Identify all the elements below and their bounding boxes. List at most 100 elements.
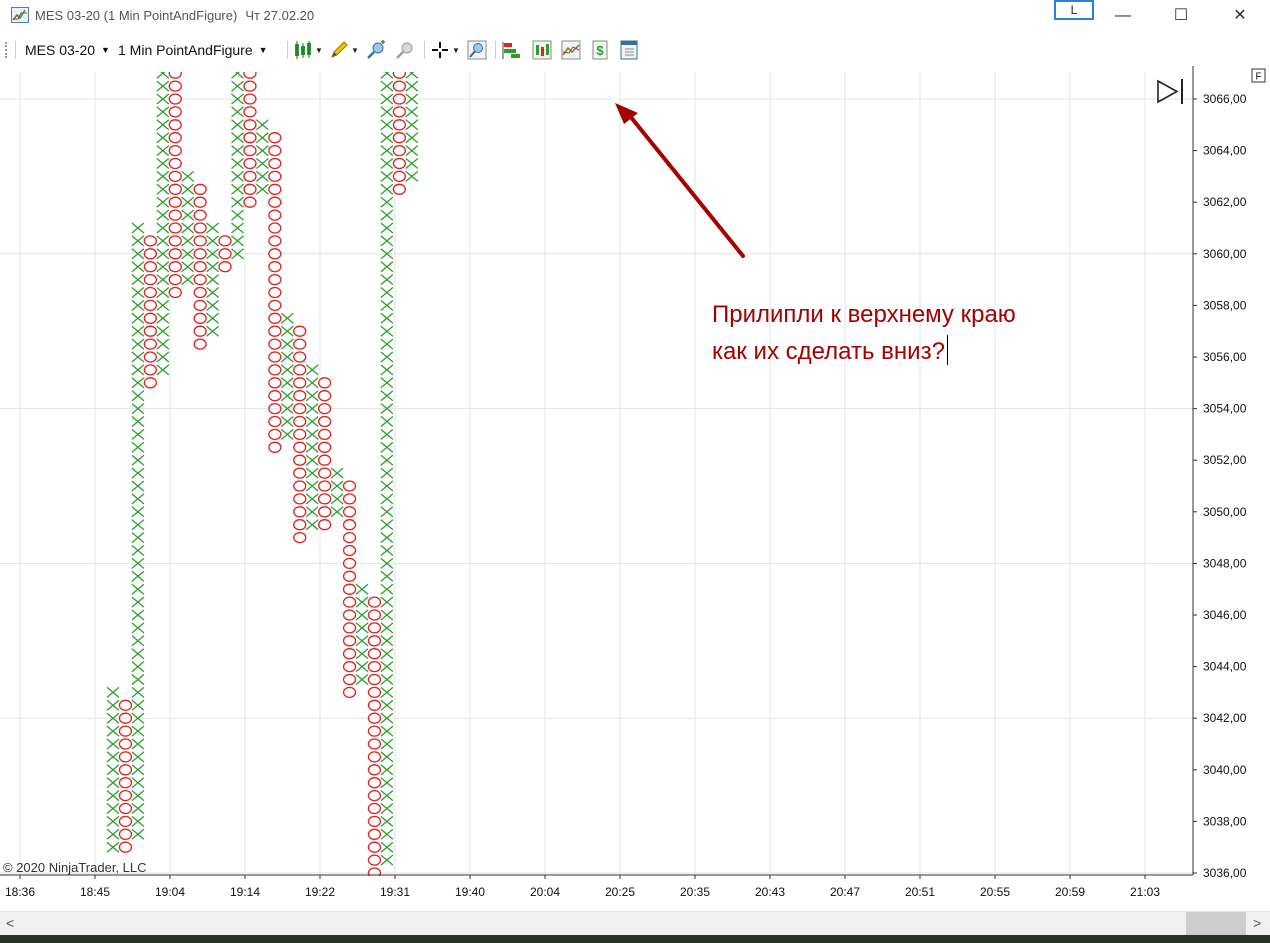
- x-box: [131, 686, 145, 698]
- o-box: [268, 415, 282, 428]
- x-box: [231, 222, 244, 234]
- x-box: [380, 635, 394, 647]
- o-box: [243, 80, 257, 92]
- x-column: [206, 222, 220, 337]
- x-column: [106, 686, 120, 853]
- x-box: [380, 145, 394, 157]
- properties-icon[interactable]: [619, 40, 639, 60]
- crosshair-icon[interactable]: [430, 40, 450, 60]
- x-tick-label: 18:36: [5, 885, 35, 899]
- toolbar-separator: [287, 41, 288, 59]
- x-box: [280, 428, 294, 440]
- instrument-selector[interactable]: MES 03-20 ▼: [25, 42, 110, 58]
- chevron-down-icon[interactable]: ▼: [452, 46, 460, 55]
- indicators-icon[interactable]: [532, 40, 552, 60]
- o-box: [118, 828, 133, 840]
- toolbar-grip[interactable]: [5, 42, 10, 58]
- x-box: [156, 338, 170, 350]
- x-box: [131, 390, 145, 402]
- x-box: [380, 493, 394, 505]
- o-box: [243, 119, 257, 131]
- dollar-icon[interactable]: $: [590, 40, 610, 60]
- o-box: [293, 377, 307, 389]
- x-box: [206, 274, 220, 286]
- horizontal-scrollbar[interactable]: < >: [0, 911, 1270, 936]
- x-box: [156, 80, 170, 92]
- y-tick-label: 3066,00: [1203, 92, 1247, 106]
- x-tick-label: 19:31: [380, 885, 410, 899]
- x-box: [106, 699, 120, 711]
- magnifier-icon[interactable]: [467, 40, 487, 60]
- x-box: [380, 274, 394, 286]
- drawing-tool-icon[interactable]: [329, 40, 349, 60]
- x-box: [131, 661, 145, 673]
- x-box: [231, 106, 244, 118]
- chart-area[interactable]: 3036,00 3038,00 3040,00 3042,00 3044,00 3046,…: [0, 66, 1270, 911]
- y-tick-label: 3050,00: [1203, 505, 1247, 519]
- x-box: [255, 170, 269, 182]
- x-box: [131, 312, 145, 324]
- x-box: [156, 119, 170, 131]
- o-box: [118, 751, 133, 763]
- o-box: [143, 338, 158, 350]
- x-box: [380, 764, 394, 776]
- o-box: [193, 261, 207, 273]
- x-box: [380, 132, 394, 144]
- strategy-icon[interactable]: [502, 40, 522, 60]
- x-box: [305, 480, 319, 492]
- scrollbar-thumb[interactable]: [1186, 912, 1246, 936]
- scroll-left-icon[interactable]: <: [6, 915, 14, 931]
- o-box: [342, 506, 357, 518]
- x-box: [156, 196, 170, 208]
- zoom-out-icon[interactable]: [395, 40, 415, 60]
- close-button[interactable]: ✕: [1225, 4, 1255, 28]
- chevron-down-icon[interactable]: ▼: [351, 46, 359, 55]
- x-box: [380, 235, 394, 247]
- toolbar-separator: [495, 41, 496, 59]
- x-box: [181, 183, 195, 195]
- o-box: [168, 157, 182, 170]
- o-box: [143, 312, 158, 324]
- o-box: [367, 764, 382, 776]
- x-tick-label: 20:59: [1055, 885, 1085, 899]
- x-box: [355, 674, 369, 685]
- interval-selector[interactable]: 1 Min PointAndFigure ▼: [118, 42, 268, 58]
- x-box: [231, 72, 244, 79]
- x-box: [181, 170, 195, 182]
- o-box: [118, 738, 133, 750]
- o-box: [367, 596, 382, 608]
- x-box: [156, 312, 170, 324]
- x-box: [380, 738, 394, 750]
- x-box: [380, 519, 394, 531]
- x-box: [131, 493, 145, 505]
- x-box: [156, 287, 170, 298]
- pnf-chart[interactable]: 3036,00 3038,00 3040,00 3042,00 3044,00 3046,…: [0, 66, 1270, 911]
- x-box: [380, 299, 394, 311]
- x-tick-label: 20:51: [905, 885, 935, 899]
- x-box: [380, 532, 394, 544]
- chart-style-icon[interactable]: [561, 40, 581, 60]
- maximize-button[interactable]: ☐: [1166, 4, 1196, 28]
- x-box: [380, 441, 394, 453]
- scroll-right-icon[interactable]: >: [1253, 915, 1261, 931]
- o-box: [168, 119, 182, 131]
- x-box: [380, 312, 394, 324]
- x-box: [206, 325, 220, 337]
- scroll-to-end-icon[interactable]: [1157, 79, 1183, 104]
- x-box: [330, 506, 344, 518]
- zoom-in-icon[interactable]: [366, 40, 386, 60]
- o-box: [218, 235, 232, 247]
- x-box: [131, 480, 145, 492]
- x-box: [131, 815, 145, 827]
- y-tick-label: 3046,00: [1203, 608, 1247, 622]
- y-tick-label: 3064,00: [1203, 144, 1247, 158]
- link-button[interactable]: L: [1054, 0, 1094, 20]
- x-box: [156, 183, 170, 195]
- o-box: [243, 106, 257, 118]
- o-box: [367, 660, 382, 673]
- minimize-button[interactable]: —: [1108, 4, 1138, 28]
- x-box: [380, 222, 394, 234]
- chevron-down-icon[interactable]: ▼: [315, 46, 323, 55]
- bar-type-icon[interactable]: [293, 40, 313, 60]
- x-box: [231, 119, 244, 131]
